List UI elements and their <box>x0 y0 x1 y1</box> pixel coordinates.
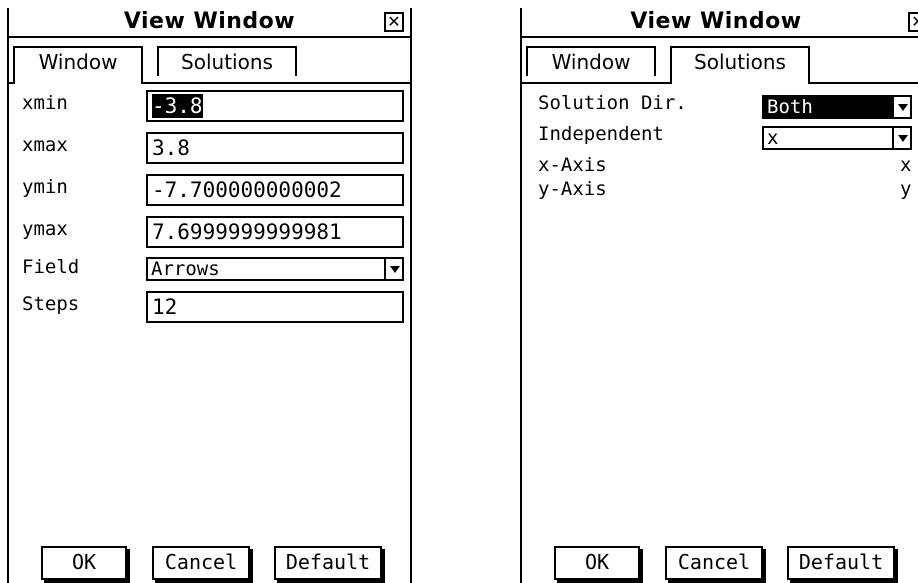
close-icon[interactable]: ✕ <box>384 12 404 32</box>
chevron-down-icon[interactable] <box>892 97 910 117</box>
default-button[interactable]: Default <box>274 546 382 580</box>
xmin-field[interactable]: -3.8 <box>146 90 404 122</box>
independent-value: x <box>767 127 779 149</box>
view-window-dialog-solutions-tab: View Window ✕ Window Solutions Solution … <box>520 8 918 583</box>
y-axis-value: y <box>900 178 912 200</box>
tab-solutions[interactable]: Solutions <box>670 46 810 84</box>
xmax-label: xmax <box>22 134 68 156</box>
steps-label: Steps <box>22 293 80 315</box>
field-dropdown-value: Arrows <box>151 258 220 280</box>
xmin-label: xmin <box>22 92 68 114</box>
title-bar: View Window ✕ <box>522 8 918 38</box>
ymin-label: ymin <box>22 176 68 198</box>
x-axis-label: x-Axis <box>538 154 607 176</box>
default-button[interactable]: Default <box>787 546 895 580</box>
tab-solutions[interactable]: Solutions <box>157 46 297 76</box>
independent-label: Independent <box>538 123 664 145</box>
x-axis-value: x <box>900 154 912 176</box>
ymax-field[interactable]: 7.6999999999981 <box>146 216 404 248</box>
tab-strip: Window Solutions <box>522 38 918 84</box>
dialog-title: View Window <box>630 9 802 34</box>
solution-dir-dropdown[interactable]: Both <box>762 95 912 119</box>
tab-strip: Window Solutions <box>9 38 410 84</box>
xmin-value: -3.8 <box>152 94 203 118</box>
field-label: Field <box>22 256 80 278</box>
chevron-down-icon[interactable] <box>384 259 402 279</box>
steps-field[interactable]: 12 <box>146 291 404 323</box>
dialog-title: View Window <box>123 9 296 34</box>
chevron-down-icon[interactable] <box>892 128 910 148</box>
field-dropdown[interactable]: Arrows <box>146 257 404 281</box>
tab-window[interactable]: Window <box>13 46 143 84</box>
close-icon[interactable]: ✕ <box>908 12 918 32</box>
ok-button[interactable]: OK <box>554 546 640 580</box>
solution-dir-label: Solution Dir. <box>538 92 687 114</box>
ymax-label: ymax <box>22 218 68 240</box>
cancel-button[interactable]: Cancel <box>665 546 763 580</box>
view-window-dialog-window-tab: View Window ✕ Window Solutions xmin -3.8… <box>7 8 412 583</box>
ok-button[interactable]: OK <box>41 546 127 580</box>
independent-dropdown[interactable]: x <box>762 126 912 150</box>
title-bar: View Window ✕ <box>9 8 410 38</box>
ymin-field[interactable]: -7.700000000002 <box>146 174 404 206</box>
cancel-button[interactable]: Cancel <box>152 546 250 580</box>
y-axis-label: y-Axis <box>538 178 607 200</box>
xmax-field[interactable]: 3.8 <box>146 132 404 164</box>
tab-window[interactable]: Window <box>526 46 656 76</box>
solution-dir-value: Both <box>767 96 813 118</box>
